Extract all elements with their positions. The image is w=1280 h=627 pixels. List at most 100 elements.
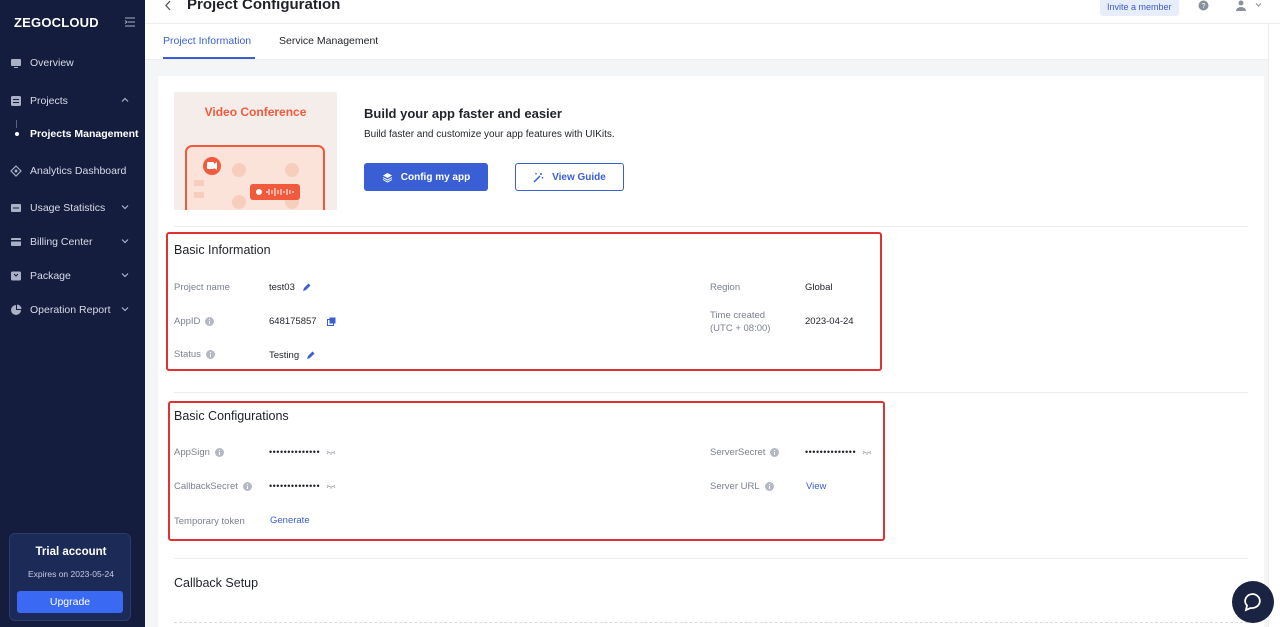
info-icon[interactable]: [764, 482, 774, 491]
appsign-value: ••••••••••••••: [269, 447, 336, 457]
back-arrow-icon[interactable]: [163, 0, 173, 12]
invite-member-button[interactable]: Invite a member: [1100, 0, 1179, 16]
callback-secret-label-text: CallbackSecret: [174, 481, 238, 492]
divider: [174, 226, 1248, 227]
trial-expiry: Expires on 2023-05-24: [27, 569, 114, 579]
status-value: Testing: [269, 350, 315, 361]
sidebar: ZEGOCLOUD Overview Projects Projects Man…: [0, 0, 145, 627]
info-icon[interactable]: [214, 448, 224, 457]
sidebar-item-analytics-dashboard[interactable]: Analytics Dashboard: [0, 160, 145, 182]
copy-icon[interactable]: [326, 317, 336, 326]
server-secret-label-text: ServerSecret: [710, 447, 766, 458]
chevron-down-icon: [121, 307, 129, 312]
collapse-menu-icon[interactable]: [124, 16, 136, 28]
region-label: Region: [710, 282, 740, 293]
promo-description: Build faster and customize your app feat…: [364, 129, 615, 140]
info-icon[interactable]: [205, 317, 215, 326]
sidebar-item-label: Operation Report: [30, 304, 111, 316]
region-label-text: Region: [710, 282, 741, 293]
chat-support-button[interactable]: [1232, 581, 1274, 623]
callback-secret-text: ••••••••••••••: [269, 481, 321, 491]
server-secret-label: ServerSecret: [710, 447, 780, 458]
sidebar-item-label: Billing Center: [30, 236, 93, 248]
sidebar-item-label: Projects: [30, 95, 68, 107]
chevron-down-icon[interactable]: [1255, 2, 1262, 8]
config-my-app-label: Config my app: [400, 171, 471, 183]
sidebar-item-label: Package: [30, 270, 71, 282]
scrollbar[interactable]: [1268, 24, 1280, 627]
chevron-down-icon: [121, 273, 129, 278]
layers-icon: [382, 172, 393, 183]
sidebar-item-projects[interactable]: Projects: [0, 90, 145, 112]
server-url-view-link[interactable]: View: [806, 481, 826, 492]
video-conference-illustration: Video Conference: [174, 92, 337, 210]
time-created-value: 2023-04-24: [805, 316, 854, 327]
sidebar-item-projects-management[interactable]: Projects Management: [0, 123, 145, 145]
project-name-label: Project name: [174, 282, 230, 293]
sidebar-item-operation-report[interactable]: Operation Report: [0, 299, 145, 321]
package-icon: [11, 271, 21, 281]
appsign-label-text: AppSign: [174, 447, 210, 458]
project-name-value: test03: [269, 282, 311, 293]
sidebar-item-label: Overview: [30, 57, 74, 69]
promo-title: Build your app faster and easier: [364, 106, 562, 121]
upgrade-button[interactable]: Upgrade: [17, 591, 123, 613]
status-label: Status: [174, 349, 215, 360]
sidebar-item-label: Usage Statistics: [30, 202, 106, 214]
statistics-icon: [11, 204, 21, 212]
appid-text: 648175857: [269, 316, 317, 327]
sidebar-item-usage-statistics[interactable]: Usage Statistics: [0, 197, 145, 219]
project-name-label-text: Project name: [174, 282, 230, 293]
conference-illustration-icon: [185, 145, 325, 210]
active-dot-icon: [15, 132, 19, 136]
server-secret-value: ••••••••••••••: [805, 447, 872, 457]
view-guide-button[interactable]: View Guide: [515, 163, 624, 191]
status-text: Testing: [269, 350, 300, 361]
basic-information-title: Basic Information: [174, 243, 271, 257]
time-created-label-line2: (UTC + 08:00): [710, 323, 771, 334]
chat-bubble-icon: [1244, 593, 1261, 612]
eye-hidden-icon[interactable]: [326, 483, 336, 489]
main-content: Video Conference Build your app faster a…: [158, 76, 1264, 627]
info-icon[interactable]: [242, 482, 252, 491]
tab-bar: Project Information Service Management: [145, 24, 1280, 60]
callback-secret-value: ••••••••••••••: [269, 481, 336, 491]
sidebar-item-label: Projects Management: [30, 128, 139, 140]
info-icon[interactable]: [205, 350, 215, 359]
server-url-label-text: Server URL: [710, 481, 760, 492]
view-guide-label: View Guide: [552, 171, 606, 183]
projects-icon: [11, 96, 21, 106]
help-icon[interactable]: ?: [1198, 0, 1209, 11]
appid-label-text: AppID: [174, 316, 201, 327]
server-url-label: Server URL: [710, 481, 774, 492]
analytics-icon: [10, 165, 22, 177]
divider: [174, 392, 1248, 393]
tab-service-management[interactable]: Service Management: [279, 35, 378, 47]
time-created-label: Time created (UTC + 08:00): [710, 309, 770, 335]
chevron-down-icon: [121, 239, 129, 244]
config-my-app-button[interactable]: Config my app: [364, 163, 488, 191]
promo-image-label: Video Conference: [204, 105, 307, 119]
user-avatar-icon[interactable]: [1235, 0, 1247, 11]
edit-icon[interactable]: [302, 283, 311, 292]
top-bar: Project Configuration Invite a member ?: [145, 0, 1280, 24]
basic-configurations-title: Basic Configurations: [174, 409, 289, 423]
svg-text:?: ?: [1202, 3, 1206, 10]
info-icon[interactable]: [770, 448, 780, 457]
sidebar-item-overview[interactable]: Overview: [0, 52, 145, 74]
tab-project-information[interactable]: Project Information: [163, 35, 251, 47]
sidebar-item-billing-center[interactable]: Billing Center: [0, 231, 145, 253]
sidebar-item-package[interactable]: Package: [0, 265, 145, 287]
appsign-label: AppSign: [174, 447, 224, 458]
sidebar-item-label: Analytics Dashboard: [30, 165, 127, 177]
time-created-label-line1: Time created: [710, 310, 766, 321]
generate-link[interactable]: Generate: [270, 515, 310, 526]
edit-icon[interactable]: [306, 351, 315, 360]
server-secret-text: ••••••••••••••: [805, 447, 857, 457]
eye-hidden-icon[interactable]: [326, 449, 336, 455]
report-icon: [11, 304, 22, 315]
magic-wand-icon: [533, 172, 544, 183]
eye-hidden-icon[interactable]: [862, 449, 872, 455]
trial-title: Trial account: [35, 546, 107, 558]
active-tab-indicator: [163, 57, 255, 59]
